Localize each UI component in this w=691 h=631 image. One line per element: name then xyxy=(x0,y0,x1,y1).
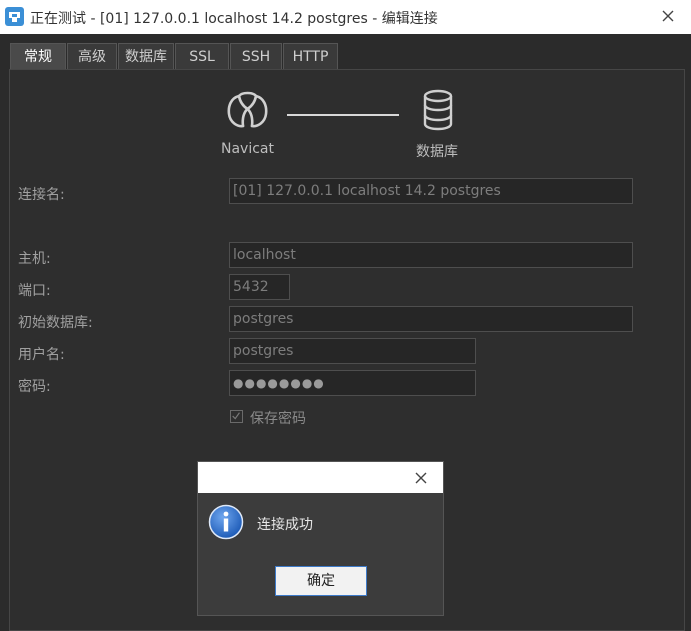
database-icon xyxy=(423,89,453,131)
window-close-icon[interactable] xyxy=(655,5,681,29)
connection-name-label: 连接名: xyxy=(18,187,65,203)
dialog-titlebar xyxy=(198,462,443,493)
save-password-label: 保存密码 xyxy=(250,411,306,427)
initial-database-field[interactable]: postgres xyxy=(229,306,633,332)
tab-ssh[interactable]: SSH xyxy=(230,43,282,69)
host-label: 主机: xyxy=(18,251,51,267)
password-label: 密码: xyxy=(18,379,51,395)
dialog-message: 连接成功 xyxy=(257,517,313,533)
dialog-close-icon[interactable] xyxy=(410,467,432,489)
host-field[interactable]: localhost xyxy=(229,242,633,268)
diagram-database-label: 数据库 xyxy=(416,144,458,160)
navicat-logo-icon xyxy=(227,91,268,128)
initial-database-label: 初始数据库: xyxy=(18,315,93,331)
connection-success-dialog: 连接成功 确定 xyxy=(197,461,444,616)
connection-name-field[interactable]: [01] 127.0.0.1 localhost 14.2 postgres xyxy=(229,178,633,204)
window-titlebar: 正在测试 - [01] 127.0.0.1 localhost 14.2 pos… xyxy=(0,0,691,34)
port-field[interactable]: 5432 xyxy=(229,274,290,300)
save-password-checkbox[interactable] xyxy=(230,410,243,423)
tab-general[interactable]: 常规 xyxy=(10,43,66,69)
password-field[interactable]: ●●●●●●●● xyxy=(229,370,476,396)
username-label: 用户名: xyxy=(18,347,65,363)
tab-ssl[interactable]: SSL xyxy=(175,43,229,69)
tab-database[interactable]: 数据库 xyxy=(118,43,174,69)
connection-line xyxy=(287,114,399,116)
info-icon xyxy=(208,504,244,540)
navicat-app-icon xyxy=(5,7,24,26)
checkmark-icon xyxy=(232,412,240,420)
ok-button[interactable]: 确定 xyxy=(275,566,367,596)
window-title: 正在测试 - [01] 127.0.0.1 localhost 14.2 pos… xyxy=(30,11,438,27)
diagram-navicat-label: Navicat xyxy=(221,141,274,157)
username-field[interactable]: postgres xyxy=(229,338,476,364)
port-label: 端口: xyxy=(18,283,51,299)
tab-advanced[interactable]: 高级 xyxy=(67,43,117,69)
tab-http[interactable]: HTTP xyxy=(283,43,338,69)
